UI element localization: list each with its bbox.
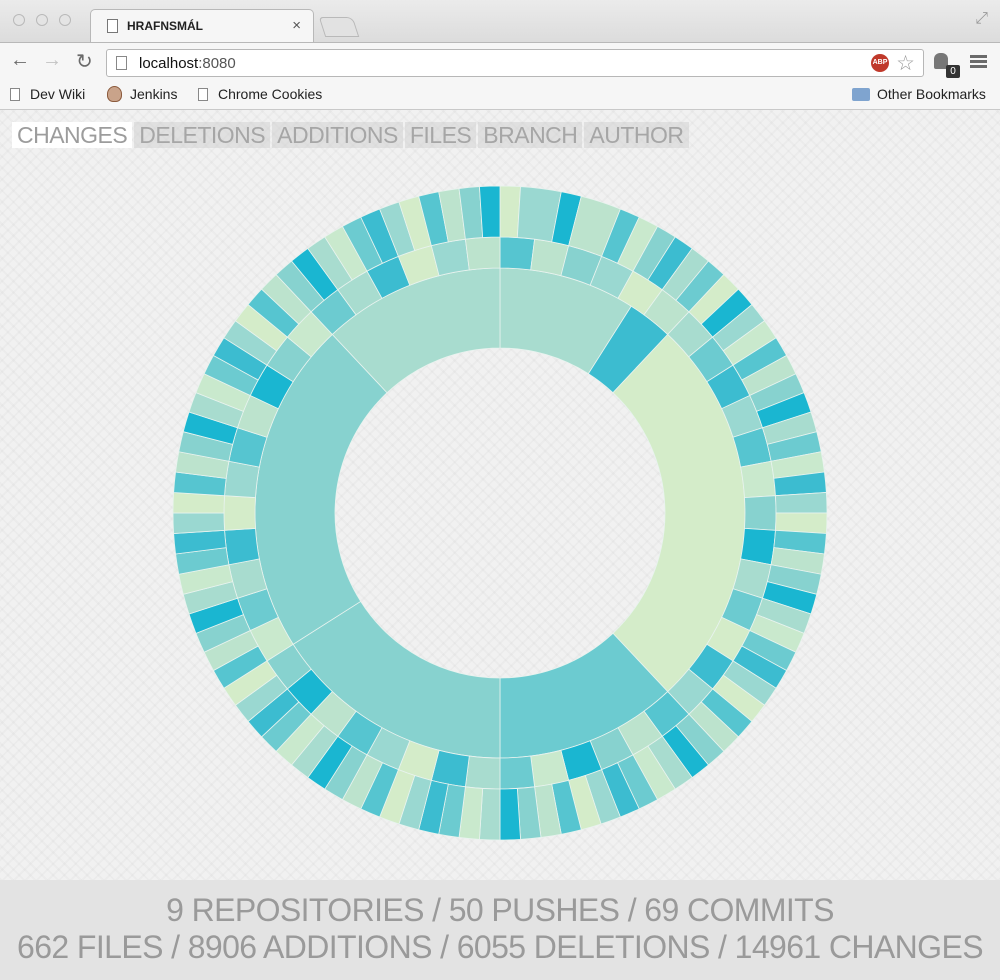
adblock-icon[interactable]: ABP: [871, 54, 889, 72]
tab-title: HRAFNSMÁL: [127, 19, 203, 33]
page-icon: [116, 56, 127, 70]
sunburst-segment-middle[interactable]: [224, 460, 260, 499]
extension-badge: 0: [946, 65, 960, 78]
bookmark-star-icon[interactable]: ☆: [896, 51, 915, 76]
sunburst-segment-outer[interactable]: [479, 185, 501, 238]
bookmark-jenkins[interactable]: Jenkins: [107, 86, 177, 102]
sunburst-segment-middle[interactable]: [499, 755, 536, 790]
sunburst-segment-outer[interactable]: [172, 512, 225, 534]
bookmark-label: Chrome Cookies: [218, 86, 323, 102]
close-tab-icon[interactable]: ×: [292, 17, 301, 34]
new-tab-button[interactable]: [318, 17, 360, 37]
page-content: CHANGES DELETIONS ADDITIONS FILES BRANCH AUTH…: [0, 110, 1000, 880]
sunburst-segment-middle[interactable]: [223, 495, 256, 531]
browser-toolbar: ← → ↻ localhost:8080 ABP ☆ 0: [0, 42, 1000, 82]
minimize-window-button[interactable]: [36, 14, 48, 26]
page-icon: [198, 88, 208, 101]
close-window-button[interactable]: [13, 14, 25, 26]
sunburst-segment-outer[interactable]: [775, 492, 828, 514]
url-text[interactable]: localhost:8080: [139, 55, 236, 72]
summary-line-1: 9 REPOSITORIES / 50 PUSHES / 69 COMMITS: [166, 892, 834, 928]
sunburst-segment-middle[interactable]: [499, 236, 536, 271]
fullscreen-icon[interactable]: ⤢: [975, 10, 988, 28]
back-icon[interactable]: ←: [10, 49, 30, 72]
summary-line-2: 662 FILES / 8906 ADDITIONS / 6055 DELETI…: [17, 929, 984, 965]
bookmark-label: Dev Wiki: [30, 86, 86, 102]
tab-author[interactable]: AUTHOR: [584, 122, 689, 148]
forward-icon[interactable]: →: [42, 49, 62, 72]
url-port: :8080: [198, 55, 236, 72]
sunburst-segment-middle[interactable]: [464, 755, 501, 790]
tab-additions[interactable]: ADDITIONS: [272, 122, 403, 148]
address-bar[interactable]: localhost:8080 ABP ☆: [106, 49, 924, 77]
zoom-window-button[interactable]: [59, 14, 71, 26]
menu-icon[interactable]: [970, 55, 987, 69]
jenkins-icon: [107, 86, 122, 102]
tab-deletions[interactable]: DELETIONS: [134, 122, 271, 148]
url-host: localhost: [139, 55, 199, 72]
tab-files[interactable]: FILES: [404, 122, 477, 148]
sunburst-segment-middle[interactable]: [464, 236, 501, 271]
sunburst-segment-middle[interactable]: [740, 527, 776, 566]
bookmarks-bar: Dev Wiki Jenkins Chrome Cookies Other Bo…: [0, 82, 1000, 110]
metric-nav: CHANGES DELETIONS ADDITIONS FILES BRANCH AUTH…: [12, 122, 691, 148]
sunburst-segment-middle[interactable]: [740, 460, 776, 499]
tab-branch[interactable]: BRANCH: [478, 122, 583, 148]
tab-changes[interactable]: CHANGES: [12, 122, 133, 148]
page-icon: [107, 19, 118, 33]
other-bookmarks[interactable]: Other Bookmarks: [852, 86, 986, 102]
title-bar: HRAFNSMÁL × ⤢: [0, 0, 1000, 43]
bookmark-dev-wiki[interactable]: Dev Wiki: [10, 86, 85, 102]
bookmark-label: Other Bookmarks: [877, 86, 986, 102]
summary-bar: 9 REPOSITORIES / 50 PUSHES / 69 COMMITS …: [0, 880, 1000, 980]
sunburst-segment-outer[interactable]: [499, 788, 521, 841]
sunburst-segment-middle[interactable]: [224, 527, 260, 566]
sunburst-chart: [172, 185, 828, 841]
sunburst-segment-middle[interactable]: [744, 495, 777, 531]
reload-icon[interactable]: ↻: [76, 49, 93, 74]
browser-tab[interactable]: HRAFNSMÁL ×: [90, 9, 314, 43]
bookmark-chrome-cookies[interactable]: Chrome Cookies: [198, 86, 322, 102]
folder-icon: [852, 88, 870, 101]
bookmark-label: Jenkins: [130, 86, 178, 102]
page-icon: [10, 88, 20, 101]
